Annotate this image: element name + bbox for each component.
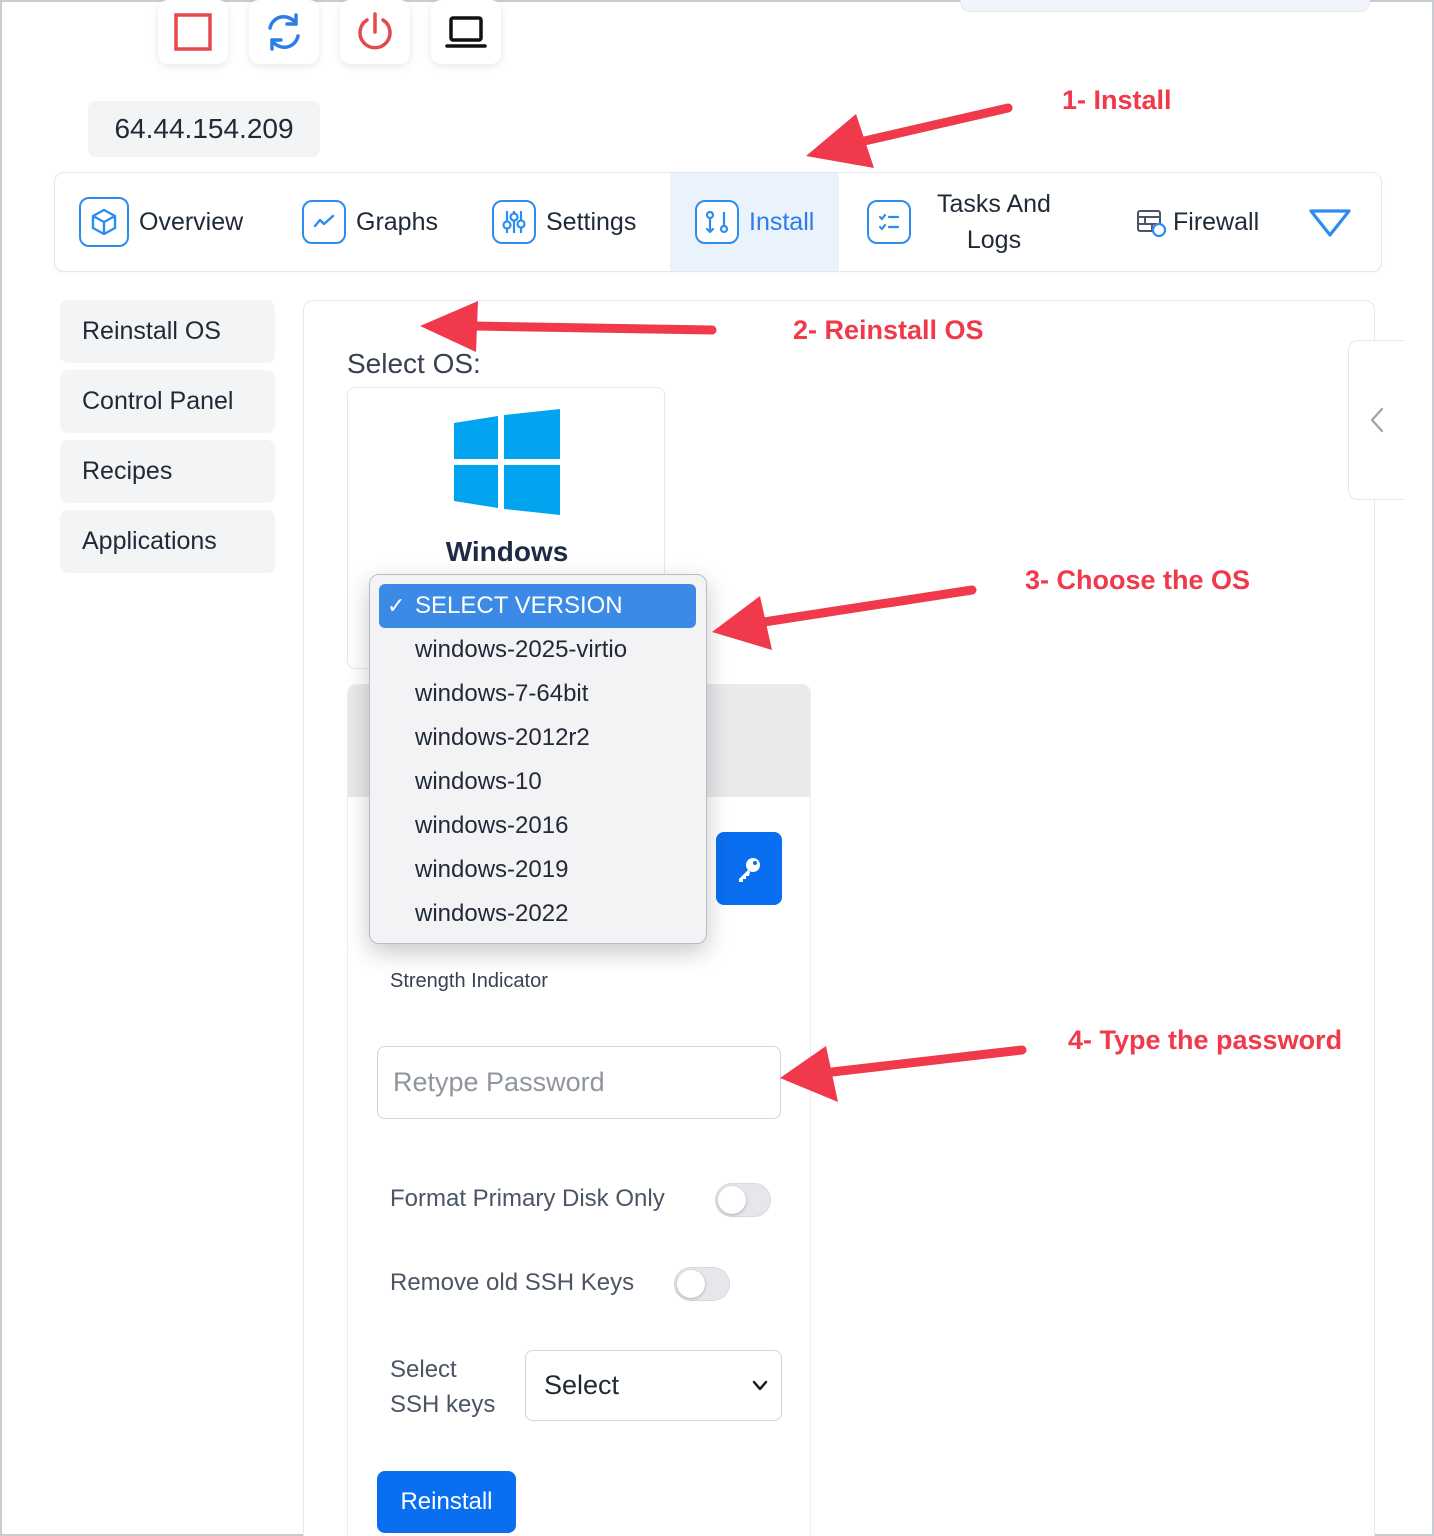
collapse-panel-button[interactable]	[1348, 340, 1404, 500]
chevron-down-icon	[1309, 209, 1351, 237]
tab-settings-label: Settings	[546, 207, 637, 236]
strength-indicator: Strength Indicator	[390, 970, 548, 992]
tab-install[interactable]: Install	[670, 173, 839, 271]
tab-graphs[interactable]: Graphs	[302, 173, 438, 271]
toggle-knob	[677, 1270, 705, 1298]
dropdown-option-selected[interactable]: ✓ SELECT VERSION	[379, 584, 696, 628]
firewall-icon	[1135, 206, 1167, 238]
tab-graphs-label: Graphs	[356, 207, 438, 236]
dropdown-option[interactable]: windows-10	[370, 760, 706, 804]
dropdown-option[interactable]: windows-2025-virtio	[370, 628, 706, 672]
annotation-step-1: 1- Install	[1062, 85, 1172, 115]
dropdown-option[interactable]: windows-2022	[370, 892, 706, 936]
checkmark-icon: ✓	[387, 593, 406, 618]
sidebar-item-control-panel[interactable]: Control Panel	[60, 370, 275, 433]
tab-settings[interactable]: Settings	[492, 173, 636, 271]
tab-install-label: Install	[749, 207, 815, 236]
sidebar-item-reinstall-os[interactable]: Reinstall OS	[60, 300, 275, 363]
tab-tasks-and-logs[interactable]: Tasks And Logs	[867, 173, 1051, 271]
annotation-step-2: 2- Reinstall OS	[793, 315, 984, 345]
dropdown-option[interactable]: windows-2012r2	[370, 716, 706, 760]
chevron-left-icon	[1370, 407, 1383, 433]
select-os-label: Select OS:	[347, 348, 481, 379]
remove-ssh-keys-label: Remove old SSH Keys	[390, 1269, 635, 1296]
version-dropdown-menu[interactable]: ✓ SELECT VERSION windows-2025-virtio win…	[369, 574, 707, 944]
stop-square-icon	[174, 13, 212, 51]
dropdown-option[interactable]: windows-2019	[370, 848, 706, 892]
retype-password-input[interactable]	[377, 1046, 781, 1119]
cube-icon	[79, 197, 129, 247]
power-icon	[358, 12, 392, 50]
restart-button[interactable]	[249, 0, 319, 64]
dropdown-option[interactable]: windows-7-64bit	[370, 672, 706, 716]
top-right-panel	[960, 0, 1370, 12]
refresh-icon	[268, 13, 300, 51]
chart-line-icon	[302, 200, 346, 244]
power-button[interactable]	[340, 0, 410, 64]
console-button[interactable]	[431, 0, 501, 64]
sidebar-item-applications[interactable]: Applications	[60, 510, 275, 573]
reinstall-button[interactable]: Reinstall	[377, 1471, 516, 1533]
stop-button[interactable]	[158, 0, 228, 64]
os-name: Windows	[445, 536, 569, 567]
annotation-step-3: 3- Choose the OS	[1025, 565, 1251, 595]
tab-firewall[interactable]: Firewall	[1135, 173, 1259, 271]
tab-firewall-label: Firewall	[1173, 207, 1260, 236]
ssh-keys-select[interactable]: Select	[525, 1350, 782, 1421]
toggle-knob	[718, 1186, 746, 1214]
laptop-icon	[445, 16, 487, 48]
remove-ssh-keys-toggle[interactable]	[674, 1267, 730, 1301]
annotation-step-4: 4- Type the password	[1068, 1025, 1343, 1055]
dropdown-option[interactable]: windows-2016	[370, 804, 706, 848]
tab-overview[interactable]: Overview	[79, 173, 243, 271]
server-ip: 64.44.154.209	[88, 101, 320, 157]
sliders-icon	[492, 200, 536, 244]
server-nav-tabs: Overview Graphs Settings Install Tasks A…	[54, 172, 1382, 272]
windows-logo-icon	[454, 409, 560, 515]
key-icon	[739, 857, 760, 882]
checklist-icon	[867, 200, 911, 244]
select-ssh-keys-label: Select SSH keys	[390, 1356, 496, 1418]
git-compare-icon	[695, 200, 739, 244]
tab-tasks-label: Tasks And Logs	[937, 190, 1051, 254]
ssh-keys-select-value: Select	[544, 1370, 620, 1400]
format-primary-disk-toggle[interactable]	[715, 1183, 771, 1217]
more-tabs-toggle[interactable]	[1307, 173, 1353, 271]
format-primary-disk-label: Format Primary Disk Only	[390, 1185, 665, 1212]
tab-overview-label: Overview	[139, 207, 244, 236]
chevron-down-icon	[752, 1380, 768, 1391]
generate-password-button[interactable]	[716, 832, 782, 905]
sidebar-item-recipes[interactable]: Recipes	[60, 440, 275, 503]
